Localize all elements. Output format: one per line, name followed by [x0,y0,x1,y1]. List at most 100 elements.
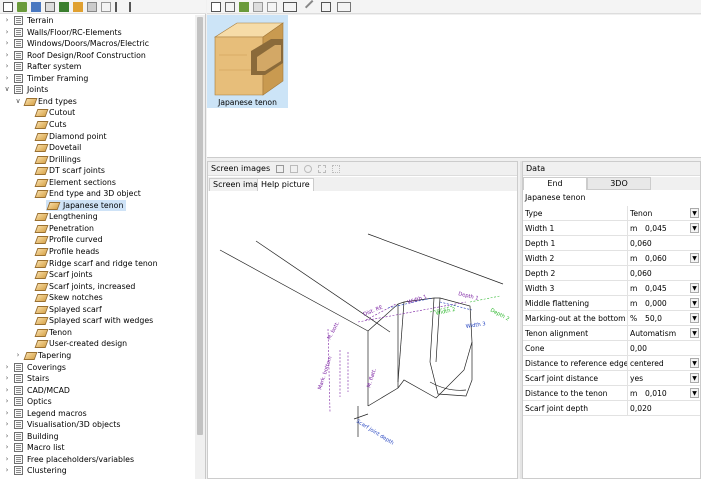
tree-item-label: Profile curved [49,235,103,245]
chevron-right-icon[interactable]: › [3,432,11,441]
tab-help-picture[interactable]: Help picture [257,178,314,191]
chevron-right-icon[interactable]: › [3,443,11,452]
chevron-right-icon[interactable]: › [3,420,11,429]
tab-end[interactable]: End [523,177,587,190]
chevron-down-icon[interactable]: ∨ [14,97,22,106]
doc-icon[interactable] [290,165,298,173]
tree-item-label: Joints [27,85,49,95]
chevron-right-icon[interactable]: › [3,28,11,37]
dropdown-arrow-icon[interactable]: ▼ [690,358,699,368]
tree-item-japanese-tenon[interactable]: Japanese tenon [46,199,126,212]
chevron-right-icon[interactable]: › [3,39,11,48]
joint-icon [23,351,38,360]
view-grid-icon[interactable] [283,2,297,12]
dropdown-arrow-icon[interactable]: ▼ [690,313,699,323]
tree-item-label: Optics [27,397,52,407]
param-value: 50,0 [645,314,662,323]
param-value-field[interactable]: Automatism ▼ [627,326,700,341]
zoom-icon[interactable] [304,165,312,173]
save-icon[interactable] [253,2,263,12]
param-value-field[interactable]: centered ▼ [627,356,700,371]
add-item-icon[interactable] [31,2,41,12]
dropdown-arrow-icon[interactable]: ▼ [690,373,699,383]
param-value-field[interactable]: m 0,060 ▼ [627,251,700,266]
dim-scarf-depth: Scarf joint depth [355,419,395,447]
chevron-right-icon[interactable]: › [3,74,11,83]
tree-item-label: Skew notches [49,293,103,303]
add-icon[interactable] [239,2,249,12]
copy-icon[interactable] [225,2,235,12]
tree-scrollbar-thumb[interactable] [197,17,203,435]
tree-item-label: Clustering [27,466,67,476]
param-label: Depth 2 [525,269,556,278]
joint-icon [34,282,49,291]
param-value-field[interactable]: 0,060 [627,236,700,251]
dropdown-arrow-icon[interactable]: ▼ [690,208,699,218]
chevron-right-icon[interactable]: › [3,51,11,60]
param-value-field[interactable]: m 0,000 ▼ [627,296,700,311]
param-value: Automatism [630,329,677,338]
move-icon[interactable] [59,2,69,12]
thumbnail-japanese-tenon[interactable]: Japanese tenon [207,15,288,108]
chevron-right-icon[interactable]: › [3,409,11,418]
param-value-field[interactable]: m 0,045 ▼ [627,281,700,296]
chevron-right-icon[interactable]: › [3,386,11,395]
param-value-field[interactable]: yes ▼ [627,371,700,386]
book-icon[interactable] [321,2,331,12]
chevron-right-icon[interactable]: › [3,455,11,464]
chevron-down-icon[interactable]: ∨ [3,85,11,94]
tree-item-label: DT scarf joints [49,166,105,176]
chevron-right-icon[interactable]: › [3,363,11,372]
param-value-field[interactable]: 0,00 [627,341,700,356]
param-value-field[interactable]: 0,060 [627,266,700,281]
macro-folder-icon [14,62,23,72]
new-icon[interactable] [211,2,221,12]
delete-icon[interactable] [101,2,111,12]
chevron-right-icon[interactable]: › [3,62,11,71]
dropdown-arrow-icon[interactable]: ▼ [690,298,699,308]
chevron-right-icon[interactable]: › [3,16,11,25]
tree-item-label: Timber Framing [27,73,89,83]
move-icon[interactable] [332,165,340,173]
param-value-field[interactable]: 0,020 [627,401,700,416]
chevron-right-icon[interactable]: › [3,397,11,406]
edit-icon[interactable] [73,2,83,12]
copy-icon[interactable] [45,2,55,12]
image-icon[interactable] [276,165,284,173]
dim-width1: Width 1 [407,294,428,306]
screen-images-title: Screen images [211,164,271,173]
screen-images-tabs: Screen image Help picture [208,177,517,191]
param-value-field[interactable]: m 0,010 ▼ [627,386,700,401]
joint-icon [34,271,49,280]
fit-icon[interactable] [318,165,326,173]
dropdown-arrow-icon[interactable]: ▼ [690,283,699,293]
chevron-right-icon[interactable]: › [3,466,11,475]
tab-3do[interactable]: 3DO [587,177,651,190]
add-folder-icon[interactable] [17,2,27,12]
dropdown-arrow-icon[interactable]: ▼ [690,223,699,233]
tree-item-label: Penetration [49,223,94,233]
chevron-right-icon[interactable]: › [3,374,11,383]
joint-icon [34,317,49,326]
param-value: Tenon [630,209,653,218]
dropdown-arrow-icon[interactable]: ▼ [690,388,699,398]
delete-icon[interactable] [267,2,277,12]
dropdown-arrow-icon[interactable]: ▼ [690,328,699,338]
param-value-field[interactable]: % 50,0 ▼ [627,311,700,326]
joint-icon [34,132,49,141]
param-row-distance-to-the-tenon: Distance to the tenon m 0,010 ▼ [523,386,700,401]
pen-icon[interactable] [304,0,320,15]
param-value-field[interactable]: m 0,045 ▼ [627,221,700,236]
param-value-field[interactable]: Tenon ▼ [627,206,700,221]
options-icon[interactable] [337,2,351,12]
filter-icon[interactable] [129,2,139,12]
param-label: Width 3 [525,284,555,293]
preview-toolbar [207,0,701,15]
sort-icon[interactable] [115,2,125,12]
new-icon[interactable] [3,2,13,12]
param-unit: % [630,314,638,323]
save-icon[interactable] [87,2,97,12]
dropdown-arrow-icon[interactable]: ▼ [690,253,699,263]
chevron-right-icon[interactable]: › [14,351,22,360]
